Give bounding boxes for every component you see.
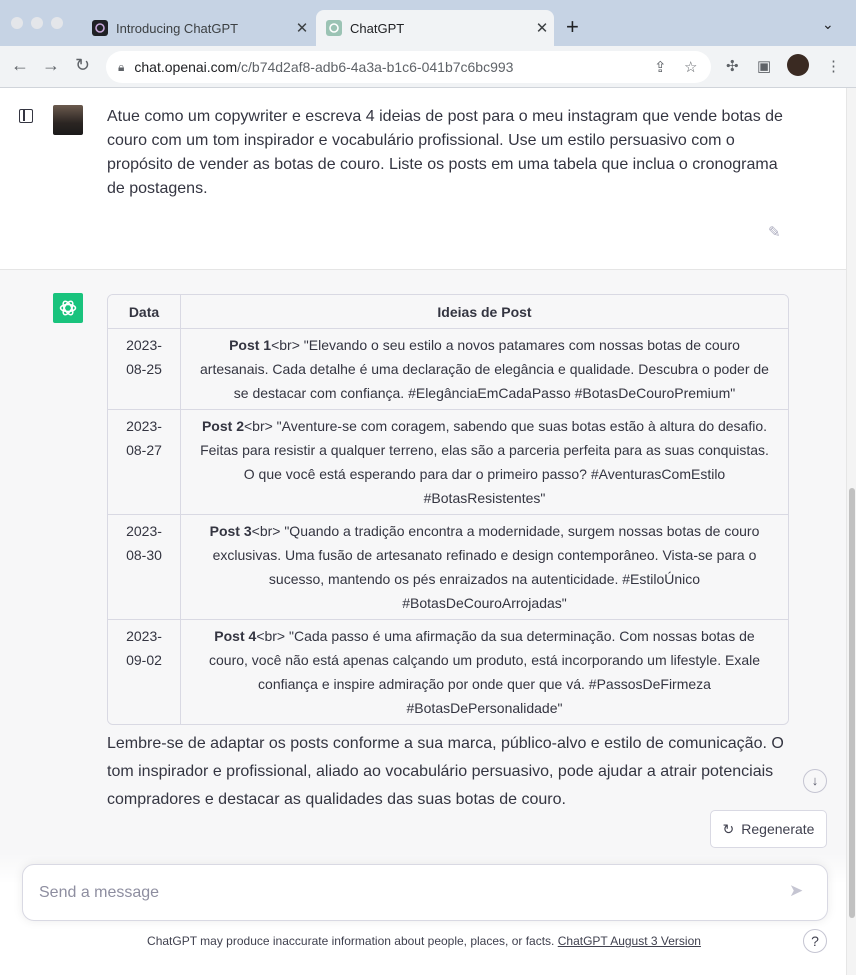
send-icon[interactable]: ➤ xyxy=(789,881,803,901)
tab-title: ChatGPT xyxy=(350,20,405,36)
column-header-data: Data xyxy=(108,295,181,329)
post-text: <br> "Elevando o seu estilo a novos pata… xyxy=(200,337,769,401)
tab-introducing-chatgpt[interactable]: Introducing ChatGPT ✕ xyxy=(82,10,314,46)
table-row: 2023-08-25 Post 1<br> "Elevando o seu es… xyxy=(108,329,788,410)
post-date: 2023-08-25 xyxy=(108,329,181,410)
forward-arrow-icon[interactable]: → xyxy=(42,55,60,76)
address-bar[interactable]: 🔒︎ chat.openai.com/c/b74d2af8-adb6-4a3a-… xyxy=(106,51,711,83)
regenerate-button[interactable]: ↻ Regenerate xyxy=(710,810,827,848)
post-idea: Post 2<br> "Aventure-se com coragem, sab… xyxy=(181,410,788,515)
post-idea: Post 1<br> "Elevando o seu estilo a novo… xyxy=(181,329,788,410)
post-label: Post 2 xyxy=(201,418,244,434)
post-label: Post 1 xyxy=(229,337,272,353)
post-idea: Post 3<br> "Quando a tradição encontra a… xyxy=(181,515,788,620)
message-input[interactable] xyxy=(39,881,759,905)
post-idea: Post 4<br> "Cada passo é uma afirmação d… xyxy=(181,620,788,724)
post-date: 2023-08-30 xyxy=(108,515,181,620)
column-header-ideias: Ideias de Post xyxy=(181,295,788,329)
browser-chrome: Introducing ChatGPT ✕ ChatGPT ✕ + ⌄ ← → … xyxy=(0,0,856,88)
back-arrow-icon[interactable]: ← xyxy=(11,55,29,76)
window-minimize-dot[interactable] xyxy=(31,17,43,29)
browser-menu-icon[interactable]: ⋮ xyxy=(826,57,841,75)
table-row: 2023-09-02 Post 4<br> "Cada passo é uma … xyxy=(108,620,788,724)
arrow-down-icon[interactable]: ↓ xyxy=(803,769,827,793)
user-avatar xyxy=(53,105,83,135)
help-button[interactable]: ? xyxy=(803,929,827,953)
tab-close-icon[interactable]: ✕ xyxy=(530,19,554,37)
window-close-dot[interactable] xyxy=(11,17,23,29)
refresh-icon: ↻ xyxy=(722,820,735,837)
reload-icon[interactable]: ↻ xyxy=(75,55,90,76)
posts-table: Data Ideias de Post 2023-08-25 Post 1<br… xyxy=(107,294,789,725)
bookmark-star-icon[interactable]: ☆ xyxy=(684,58,697,76)
footer-disclaimer: ChatGPT may produce inaccurate informati… xyxy=(0,934,848,948)
post-text: <br> "Quando a tradição encontra a moder… xyxy=(212,523,760,611)
tab-search-chevron-icon[interactable]: ⌄ xyxy=(822,16,834,33)
message-composer: ➤ xyxy=(22,864,828,921)
post-date: 2023-09-02 xyxy=(108,620,181,724)
post-label: Post 4 xyxy=(214,628,257,644)
chat-page: Atue como um copywriter e escreva 4 idei… xyxy=(0,88,848,975)
post-date: 2023-08-27 xyxy=(108,410,181,515)
post-label: Post 3 xyxy=(209,523,252,539)
lock-icon: 🔒︎ xyxy=(118,59,125,74)
post-text: <br> "Cada passo é uma afirmação da sua … xyxy=(209,628,760,716)
post-text: <br> "Aventure-se com coragem, sabendo q… xyxy=(200,418,769,506)
scrollbar-thumb[interactable] xyxy=(849,488,855,918)
table-row: 2023-08-30 Post 3<br> "Quando a tradição… xyxy=(108,515,788,620)
tab-title: Introducing ChatGPT xyxy=(116,20,239,36)
profile-avatar[interactable] xyxy=(787,54,809,76)
tab-chatgpt[interactable]: ChatGPT ✕ xyxy=(316,10,554,46)
user-message: Atue como um copywriter e escreva 4 idei… xyxy=(107,108,783,197)
table-header-row: Data Ideias de Post xyxy=(108,295,788,329)
new-tab-button[interactable]: + xyxy=(566,14,579,40)
chatgpt-favicon-icon xyxy=(326,20,342,36)
chatgpt-logo-icon xyxy=(53,293,83,323)
disclaimer-text: ChatGPT may produce inaccurate informati… xyxy=(147,934,555,948)
table-row: 2023-08-27 Post 2<br> "Aventure-se com c… xyxy=(108,410,788,515)
sidebar-toggle-icon[interactable] xyxy=(19,109,33,123)
version-link[interactable]: ChatGPT August 3 Version xyxy=(558,934,701,948)
tab-close-icon[interactable]: ✕ xyxy=(290,19,314,37)
edit-icon[interactable]: ✎ xyxy=(768,223,781,241)
tab-strip: Introducing ChatGPT ✕ ChatGPT ✕ + ⌄ xyxy=(0,0,856,46)
side-panel-icon[interactable]: ▣ xyxy=(757,57,771,75)
url-path: /c/b74d2af8-adb6-4a3a-b1c6-041b7c6bc993 xyxy=(237,59,514,75)
extensions-puzzle-icon[interactable]: ✣ xyxy=(726,57,739,75)
page-scrollbar[interactable] xyxy=(846,88,856,975)
share-icon[interactable]: ⇪ xyxy=(654,58,667,76)
browser-toolbar: ← → ↻ 🔒︎ chat.openai.com/c/b74d2af8-adb6… xyxy=(0,46,856,88)
assistant-closing-text: Lembre-se de adaptar os posts conforme a… xyxy=(107,735,784,808)
regenerate-label: Regenerate xyxy=(741,821,815,837)
openai-favicon-icon xyxy=(92,20,108,36)
window-zoom-dot[interactable] xyxy=(51,17,63,29)
url-host: chat.openai.com xyxy=(134,59,238,75)
